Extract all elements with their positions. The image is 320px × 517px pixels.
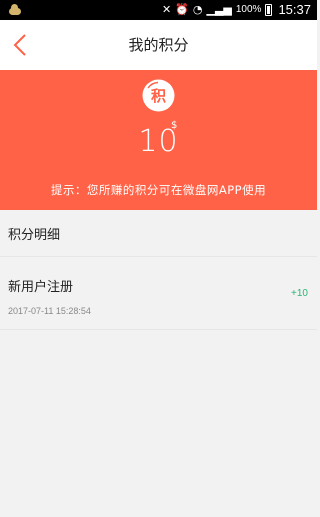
points-tip: 提示：您所赚的积分可在微盘网APP使用	[50, 183, 267, 197]
weather-icon	[5, 3, 21, 15]
record-timestamp: 2017-07-11 15:28:54	[8, 306, 91, 316]
status-bar: ✕ ⏰ ◔ ▁▃▅ 100% 15:37	[0, 0, 317, 20]
points-badge-icon: 积	[141, 78, 176, 113]
navigation-header: 我的积分	[0, 20, 317, 70]
points-unit: $	[171, 120, 178, 131]
record-points: +10	[291, 288, 308, 299]
battery-icon	[265, 4, 273, 16]
mute-icon: ✕	[161, 3, 172, 16]
page-title: 我的积分	[128, 36, 189, 54]
clock: 15:37	[278, 2, 311, 17]
signal-icon: ▁▃▅	[206, 3, 232, 16]
alarm-icon: ⏰	[175, 3, 189, 16]
battery-percent: 100%	[235, 4, 262, 15]
wifi-icon: ◔	[192, 3, 203, 16]
badge-char: 积	[151, 87, 166, 105]
points-banner: 积 10 $ 提示：您所赚的积分可在微盘网APP使用	[0, 70, 317, 210]
list-item: 新用户注册 2017-07-11 15:28:54 +10	[0, 258, 317, 330]
record-title: 新用户注册	[8, 280, 74, 295]
section-title-points-detail: 积分明细	[0, 221, 317, 257]
